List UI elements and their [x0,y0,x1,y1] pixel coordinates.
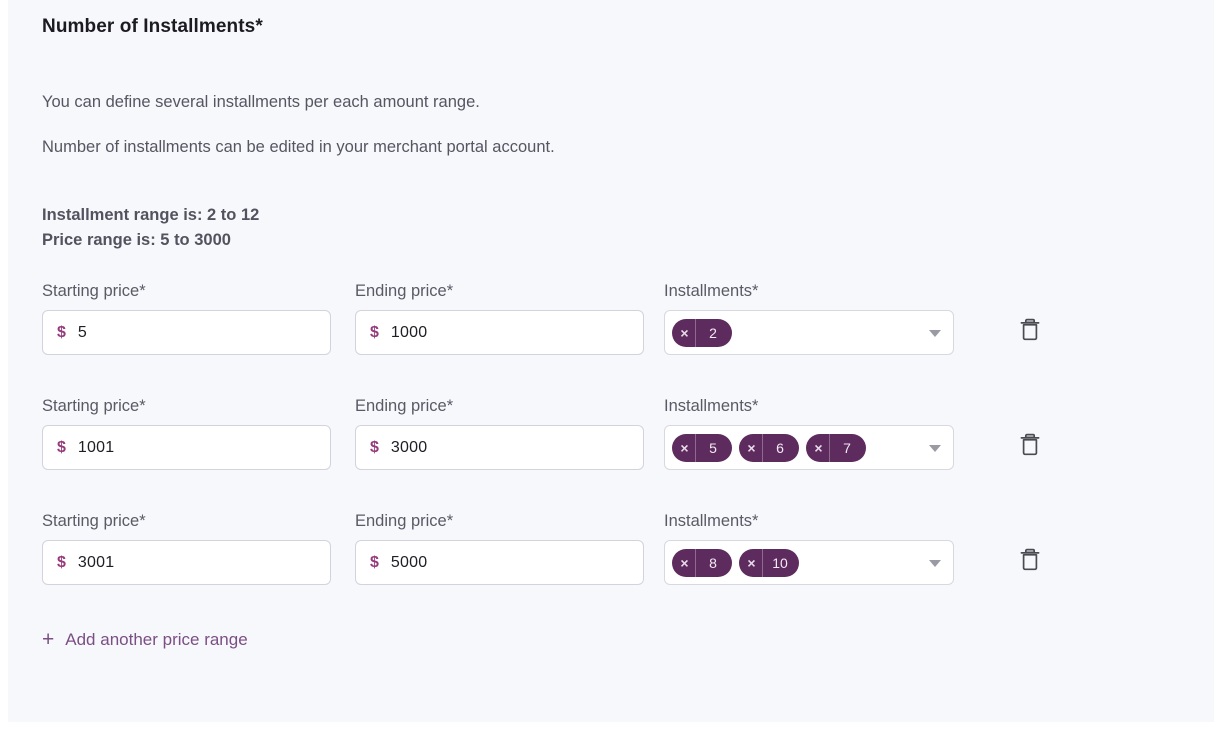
add-price-range-label: Add another price range [65,630,248,649]
chevron-down-icon[interactable] [929,559,941,567]
ending-price-input[interactable]: $1000 [355,310,644,355]
installment-chip[interactable]: × 10 [739,548,799,577]
delete-row-button[interactable] [1008,309,1052,353]
ending-price-label: Ending price* [355,512,454,530]
ending-price-input[interactable]: $3000 [355,425,644,470]
starting-price-value: 1001 [77,438,115,456]
installment-chip-value: 10 [772,554,788,571]
close-icon[interactable]: × [672,548,696,577]
starting-price-value: 5 [77,323,88,341]
ending-price-input[interactable]: $5000 [355,540,644,585]
installment-chip-value: 8 [709,554,717,571]
currency-icon: $ [57,323,66,341]
starting-price-value: 3001 [77,553,115,571]
close-icon[interactable]: × [672,433,696,462]
page-title: Number of Installments* [42,16,263,37]
ending-price-field: Ending price* $1000 [355,281,644,355]
installments-select[interactable]: × 5 × 6 × 7 [664,425,954,470]
installments-label: Installments* [664,282,759,300]
price-range-rows: Starting price* $5 Ending price* $1000 Insta… [42,281,1194,626]
add-price-range-button[interactable]: + Add another price range [42,629,248,651]
price-range-row: Starting price* $5 Ending price* $1000 Insta… [42,281,1194,396]
installment-chip-value: 7 [843,439,851,456]
ending-price-value: 3000 [390,438,428,456]
starting-price-field: Starting price* $5 [42,281,331,355]
starting-price-label: Starting price* [42,512,146,530]
close-icon[interactable]: × [739,433,763,462]
installment-chip-value: 2 [709,324,717,341]
starting-price-field: Starting price* $3001 [42,511,331,585]
installments-label: Installments* [664,397,759,415]
installments-field: Installments* × 8 × 10 [664,511,954,585]
currency-icon: $ [370,553,379,571]
installments-field: Installments* × 5 × 6 × 7 [664,396,954,470]
installment-chip[interactable]: × 2 [672,318,732,347]
trash-icon [1019,547,1041,575]
starting-price-input[interactable]: $1001 [42,425,331,470]
close-icon[interactable]: × [739,548,763,577]
close-icon[interactable]: × [806,433,830,462]
price-range-info: Price range is: 5 to 3000 [42,231,231,249]
description-line-2: Number of installments can be edited in … [42,138,555,156]
currency-icon: $ [57,553,66,571]
delete-row-button[interactable] [1008,424,1052,468]
installment-chip[interactable]: × 8 [672,548,732,577]
installment-chip[interactable]: × 5 [672,433,732,462]
ending-price-value: 1000 [390,323,428,341]
installments-card: Number of Installments* You can define s… [8,0,1214,722]
installment-chip[interactable]: × 7 [806,433,866,462]
currency-icon: $ [370,323,379,341]
installment-chip[interactable]: × 6 [739,433,799,462]
installments-label: Installments* [664,512,759,530]
installment-chip-value: 5 [709,439,717,456]
description-line-1: You can define several installments per … [42,93,480,111]
installment-chip-value: 6 [776,439,784,456]
installments-select[interactable]: × 2 [664,310,954,355]
trash-icon [1019,317,1041,345]
plus-icon: + [42,628,55,651]
starting-price-field: Starting price* $1001 [42,396,331,470]
delete-row-button[interactable] [1008,539,1052,583]
starting-price-input[interactable]: $5 [42,310,331,355]
installment-range-info: Installment range is: 2 to 12 [42,206,260,224]
ending-price-field: Ending price* $3000 [355,396,644,470]
currency-icon: $ [57,438,66,456]
starting-price-label: Starting price* [42,397,146,415]
chevron-down-icon[interactable] [929,444,941,452]
installments-select[interactable]: × 8 × 10 [664,540,954,585]
starting-price-label: Starting price* [42,282,146,300]
close-icon[interactable]: × [672,318,696,347]
chevron-down-icon[interactable] [929,329,941,337]
ending-price-label: Ending price* [355,397,454,415]
price-range-row: Starting price* $3001 Ending price* $5000 In… [42,511,1194,626]
trash-icon [1019,432,1041,460]
ending-price-field: Ending price* $5000 [355,511,644,585]
ending-price-value: 5000 [390,553,428,571]
ending-price-label: Ending price* [355,282,454,300]
starting-price-input[interactable]: $3001 [42,540,331,585]
installments-field: Installments* × 2 [664,281,954,355]
price-range-row: Starting price* $1001 Ending price* $3000 In… [42,396,1194,511]
currency-icon: $ [370,438,379,456]
